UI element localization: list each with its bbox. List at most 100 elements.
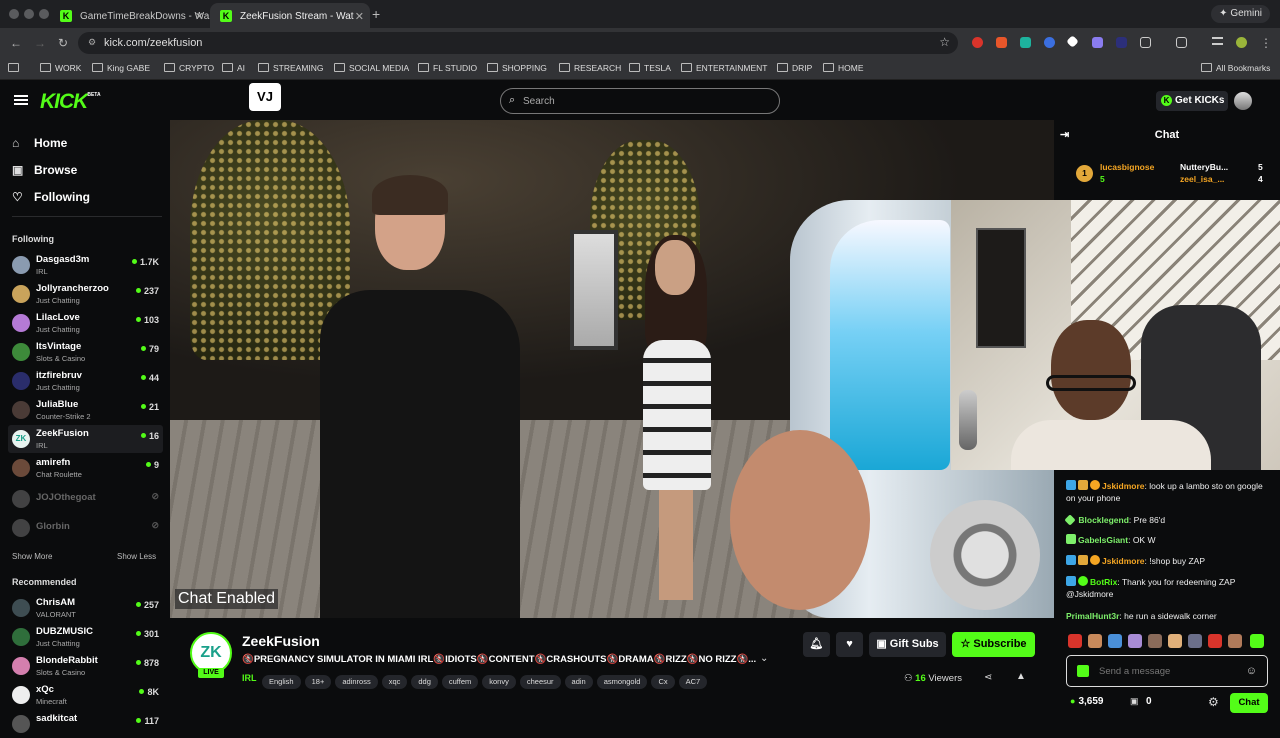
window-maximize-button[interactable] bbox=[39, 9, 49, 19]
video-player[interactable]: Chat Enabled bbox=[170, 120, 1054, 618]
tag[interactable]: konvy bbox=[482, 675, 516, 689]
kick-logo[interactable]: KICKBETA bbox=[40, 90, 101, 114]
bookmark-folder-tesla[interactable]: TESLA bbox=[629, 63, 671, 73]
chat-message-input[interactable]: Send a message ☺ bbox=[1066, 655, 1268, 687]
close-tab-icon[interactable]: ✕ bbox=[195, 10, 204, 23]
sidebar-channel-zeekfusion[interactable]: ZK ZeekFusion IRL 16 bbox=[8, 425, 163, 453]
sidebar-channel-dubzmusic[interactable]: DUBZMUSIC Just Chatting 301 bbox=[8, 623, 163, 651]
kick-emote-icon[interactable] bbox=[1077, 665, 1089, 677]
profile-avatar-icon[interactable] bbox=[1236, 37, 1247, 48]
tag[interactable]: 18+ bbox=[304, 675, 332, 689]
extension-icon[interactable] bbox=[1044, 37, 1055, 48]
sidebar-channel-jojothegoat[interactable]: JOJOthegoat ⊘ bbox=[8, 485, 163, 513]
channel-points[interactable]: 0 bbox=[1146, 696, 1152, 707]
tag[interactable]: English bbox=[262, 675, 301, 689]
browser-tab-zeekfusion[interactable]: K ZeekFusion Stream - Wat ✕ bbox=[210, 3, 370, 28]
bookmark-folder-streaming[interactable]: STREAMING bbox=[258, 63, 324, 73]
chat-username[interactable]: Jskidmore bbox=[1102, 556, 1145, 566]
user-avatar[interactable] bbox=[1234, 92, 1252, 110]
extension-icon[interactable] bbox=[1066, 35, 1079, 48]
chat-username[interactable]: Blocklegend bbox=[1078, 515, 1129, 525]
sidebar-nav-following[interactable]: ♡ Following bbox=[12, 190, 90, 204]
collapse-chat-icon[interactable]: ⇥ bbox=[1060, 120, 1069, 150]
share-icon[interactable]: ⋖ bbox=[984, 672, 992, 683]
sidebar-channel-glorbin[interactable]: Glorbin ⊘ bbox=[8, 514, 163, 542]
search-input[interactable]: ⌕ Search bbox=[500, 88, 780, 114]
sidebar-channel-lilaclove[interactable]: LilacLove Just Chatting 103 bbox=[8, 309, 163, 337]
stream-category-link[interactable]: IRL bbox=[242, 673, 257, 683]
bookmark-folder-social-media[interactable]: SOCIAL MEDIA bbox=[334, 63, 409, 73]
bookmark-folder-shopping[interactable]: SHOPPING bbox=[487, 63, 547, 73]
tag[interactable]: ddg bbox=[411, 675, 438, 689]
browser-menu-icon[interactable]: ⋮ bbox=[1260, 36, 1272, 50]
extension-icon[interactable] bbox=[996, 37, 1007, 48]
emote-icon[interactable] bbox=[1068, 634, 1082, 648]
gifter-name[interactable]: lucasbignose bbox=[1100, 162, 1154, 172]
channel-name[interactable]: ZeekFusion bbox=[242, 633, 320, 649]
sidebar-channel-juliablue[interactable]: JuliaBlue Counter-Strike 2 21 bbox=[8, 396, 163, 424]
get-kicks-button[interactable]: K Get KICKs bbox=[1156, 91, 1228, 111]
forward-arrow-icon[interactable]: → bbox=[34, 36, 46, 50]
sidebar-channel-blonderabbit[interactable]: BlondeRabbit Slots & Casino 878 bbox=[8, 652, 163, 680]
tag[interactable]: Cx bbox=[651, 675, 675, 689]
bookmark-folder-drip[interactable]: DRIP bbox=[777, 63, 812, 73]
browser-tab-gametimebreakdowns[interactable]: K GameTimeBreakDowns - Wa ✕ bbox=[50, 3, 210, 28]
sidebar-nav-browse[interactable]: ▣ Browse bbox=[12, 163, 77, 177]
sidebar-channel-chrisam[interactable]: ChrisAM VALORANT 257 bbox=[8, 594, 163, 622]
sidebar-channel-itzfirebruv[interactable]: itzfirebruv Just Chatting 44 bbox=[8, 367, 163, 395]
vj-extension-button[interactable]: VJ bbox=[249, 83, 281, 111]
extension-icon[interactable] bbox=[1020, 37, 1031, 48]
emote-icon[interactable] bbox=[1228, 634, 1242, 648]
sidebar-channel-jollyrancherzoo[interactable]: Jollyrancherzoo Just Chatting 237 bbox=[8, 280, 163, 308]
reload-icon[interactable]: ↻ bbox=[58, 36, 68, 50]
show-more-link[interactable]: Show More bbox=[12, 552, 52, 561]
window-close-button[interactable] bbox=[9, 9, 19, 19]
sidebar-channel-amirefn[interactable]: amirefn Chat Roulette 9 bbox=[8, 454, 163, 482]
bookmark-folder-fl-studio[interactable]: FL STUDIO bbox=[418, 63, 477, 73]
gifter-name[interactable]: NutteryBu... bbox=[1180, 162, 1228, 172]
chevron-down-icon[interactable]: ⌄ bbox=[760, 653, 768, 664]
emote-icon[interactable] bbox=[1188, 634, 1202, 648]
emote-icon[interactable] bbox=[1250, 634, 1264, 648]
url-field[interactable]: ⚙ kick.com/zeekfusion ☆ bbox=[78, 32, 958, 54]
all-bookmarks-folder[interactable]: All Bookmarks bbox=[1201, 63, 1270, 73]
tag[interactable]: adin bbox=[564, 675, 593, 689]
follow-heart-button[interactable]: ♥ bbox=[836, 632, 863, 657]
media-controls-icon[interactable] bbox=[1212, 37, 1223, 45]
emote-icon[interactable] bbox=[1148, 634, 1162, 648]
cast-icon[interactable] bbox=[1176, 37, 1187, 48]
back-arrow-icon[interactable]: ← bbox=[10, 36, 22, 50]
bookmark-folder-home[interactable]: HOME bbox=[823, 63, 864, 73]
bookmark-folder-work[interactable]: WORK bbox=[40, 63, 81, 73]
sidebar-channel-itsvintage[interactable]: ItsVintage Slots & Casino 79 bbox=[8, 338, 163, 366]
report-warning-icon[interactable]: ▲ bbox=[1016, 671, 1026, 682]
new-tab-button[interactable]: + bbox=[372, 6, 380, 22]
sidebar-channel-sadkitcat[interactable]: sadkitcat 117 bbox=[8, 710, 163, 738]
chat-username[interactable]: GabelsGiant bbox=[1078, 535, 1128, 545]
window-minimize-button[interactable] bbox=[24, 9, 34, 19]
send-chat-button[interactable]: Chat bbox=[1230, 693, 1268, 713]
tag[interactable]: adinross bbox=[335, 675, 378, 689]
close-tab-icon[interactable]: ✕ bbox=[355, 10, 364, 23]
emote-icon[interactable] bbox=[1208, 634, 1222, 648]
chat-username[interactable]: Jskidmore bbox=[1102, 481, 1145, 491]
extension-icon[interactable] bbox=[972, 37, 983, 48]
bookmark-folder-entertainment[interactable]: ENTERTAINMENT bbox=[681, 63, 767, 73]
sidebar-channel-xqc[interactable]: xQc Minecraft 8K bbox=[8, 681, 163, 709]
menu-hamburger-icon[interactable] bbox=[14, 95, 28, 105]
site-info-icon[interactable]: ⚙ bbox=[88, 37, 96, 48]
bookmark-folder-ai[interactable]: AI bbox=[222, 63, 245, 73]
emote-icon[interactable] bbox=[1108, 634, 1122, 648]
emote-icon[interactable] bbox=[1128, 634, 1142, 648]
extension-icon[interactable] bbox=[1116, 37, 1127, 48]
apps-grid-icon[interactable] bbox=[8, 63, 23, 73]
chat-settings-gear-icon[interactable]: ⚙ bbox=[1208, 695, 1219, 709]
bookmark-folder-king-gabe[interactable]: King GABE bbox=[92, 63, 150, 73]
gift-subs-button[interactable]: ▣ Gift Subs bbox=[869, 632, 946, 657]
chat-username[interactable]: BotRix bbox=[1090, 577, 1117, 587]
tag[interactable]: AC7 bbox=[678, 675, 708, 689]
subscribe-button[interactable]: ☆ Subscribe bbox=[952, 632, 1035, 657]
tag[interactable]: xqc bbox=[381, 675, 408, 689]
notification-bell-button[interactable]: 🔔︎ bbox=[803, 632, 830, 657]
bookmark-folder-research[interactable]: RESEARCH bbox=[559, 63, 621, 73]
